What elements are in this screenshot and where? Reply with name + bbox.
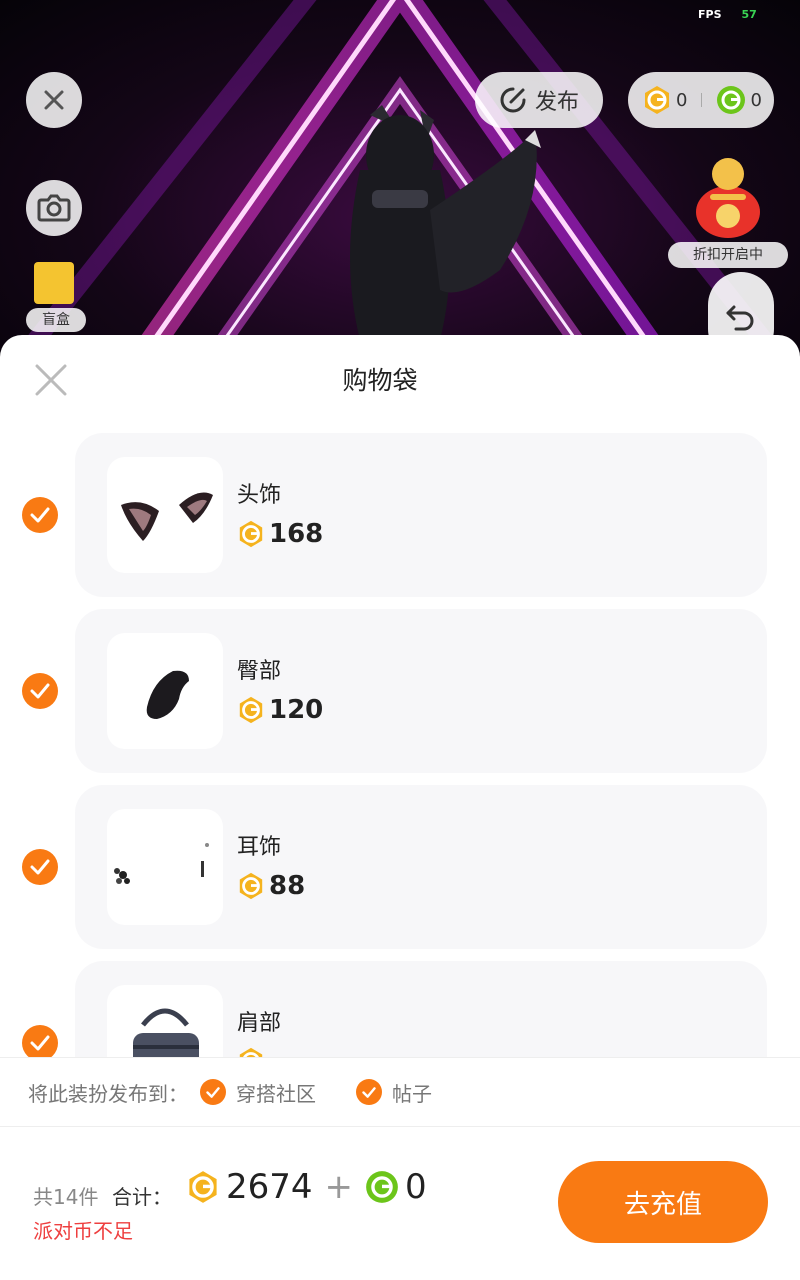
publish-option-post[interactable]: 帖子 [356, 1078, 432, 1107]
fps-label: FPS [698, 8, 722, 21]
green-balance: 0 [750, 89, 762, 111]
plus-sign: + [324, 1167, 354, 1207]
cat-ears-image [121, 492, 213, 541]
earring-image [114, 843, 209, 884]
item-card[interactable]: 臀部 120 [75, 609, 767, 773]
check-icon [30, 683, 50, 699]
blindbox-label: 盲盒 [26, 308, 86, 332]
item-thumbnail [107, 633, 223, 749]
item-name: 头饰 [237, 483, 282, 508]
item-checkbox[interactable] [22, 1025, 58, 1057]
recharge-button[interactable]: 去充值 [558, 1161, 768, 1243]
green-total: 0 [405, 1167, 427, 1207]
item-price-value: 168 [269, 519, 324, 549]
item-name: 臀部 [237, 659, 282, 684]
item-name: 肩部 [237, 1011, 282, 1036]
gold-coin-icon [239, 520, 263, 548]
avatar-scene: FPS 57 发布 0 0 盲盒 折扣开启中 [0, 0, 800, 360]
currency-balance[interactable]: 0 0 [628, 72, 774, 128]
shoulder-bag-image [133, 1008, 199, 1057]
check-icon [362, 1086, 376, 1098]
option-checkbox[interactable] [200, 1079, 226, 1105]
cart-item-list[interactable]: 头饰 168 臀部 120 耳饰 88 肩部 [0, 433, 800, 1057]
publish-icon [500, 87, 526, 113]
cart-item: 肩部 [0, 961, 800, 1057]
gold-total: 2674 [226, 1167, 313, 1207]
gold-coin-icon [239, 872, 263, 900]
item-price-value: 88 [269, 871, 306, 901]
item-price: 168 [237, 519, 323, 549]
promo-label: 折扣开启中 [668, 242, 788, 268]
tail-image [146, 670, 189, 719]
check-icon [206, 1086, 220, 1098]
item-checkbox[interactable] [22, 497, 58, 533]
item-card[interactable]: 肩部 [75, 961, 767, 1057]
camera-button[interactable] [26, 180, 82, 236]
sheet-title: 购物袋 [342, 366, 418, 395]
blindbox-icon [34, 262, 74, 304]
fps-value: 57 [741, 8, 757, 21]
item-card[interactable]: 耳饰 88 [75, 785, 767, 949]
camera-icon [37, 194, 71, 222]
gold-coin-icon [645, 86, 669, 114]
shopping-bag-sheet: 购物袋 头饰 168 臀部 120 耳饰 88 肩部 将此装扮发布到： 穿搭社区… [0, 335, 800, 1280]
item-count: 共14件 [33, 1185, 99, 1209]
item-thumbnail [107, 985, 223, 1057]
insufficient-balance-warning: 派对币不足 [33, 1219, 133, 1243]
check-icon [30, 859, 50, 875]
lucky-bag-icon [696, 158, 760, 238]
item-thumbnail [107, 457, 223, 573]
item-thumbnail [107, 809, 223, 925]
green-coin-icon [717, 86, 746, 114]
gold-coin-icon [239, 696, 263, 724]
green-coin-icon [366, 1171, 398, 1203]
cart-item: 耳饰 88 [0, 785, 800, 949]
publish-label: 发布 [534, 90, 579, 115]
publish-option-community[interactable]: 穿搭社区 [200, 1078, 316, 1107]
cart-item: 头饰 168 [0, 433, 800, 597]
close-icon [44, 90, 64, 110]
gold-balance: 0 [676, 89, 688, 111]
publish-to-bar: 将此装扮发布到： 穿搭社区 帖子 [0, 1057, 800, 1127]
check-icon [30, 1035, 50, 1051]
cart-item: 臀部 120 [0, 609, 800, 773]
divider [701, 93, 703, 107]
item-name: 耳饰 [237, 835, 282, 860]
option-label: 穿搭社区 [236, 1081, 316, 1106]
item-checkbox[interactable] [22, 849, 58, 885]
option-label: 帖子 [392, 1081, 432, 1106]
close-scene-button[interactable] [26, 72, 82, 128]
item-price-value: 120 [269, 695, 324, 725]
item-price: 120 [237, 695, 323, 725]
item-price: 88 [237, 871, 305, 901]
fps-counter: FPS 57 [698, 8, 757, 21]
publish-button[interactable]: 发布 [475, 72, 603, 128]
total-amount: 2674 + 0 [186, 1167, 427, 1207]
item-price [237, 1047, 269, 1057]
publish-to-label: 将此装扮发布到： [28, 1081, 188, 1106]
option-checkbox[interactable] [356, 1079, 382, 1105]
discount-promo-button[interactable]: 折扣开启中 [668, 150, 788, 270]
item-checkbox[interactable] [22, 673, 58, 709]
blindbox-button[interactable]: 盲盒 [26, 262, 86, 332]
item-card[interactable]: 头饰 168 [75, 433, 767, 597]
check-icon [30, 507, 50, 523]
total-label: 合计： [112, 1185, 172, 1209]
gold-coin-icon [189, 1171, 217, 1203]
checkout-footer: 共14件 合计： 2674 + 0 派对币不足 去充值 [0, 1127, 800, 1280]
undo-icon [726, 305, 754, 331]
gold-coin-icon [239, 1047, 263, 1057]
